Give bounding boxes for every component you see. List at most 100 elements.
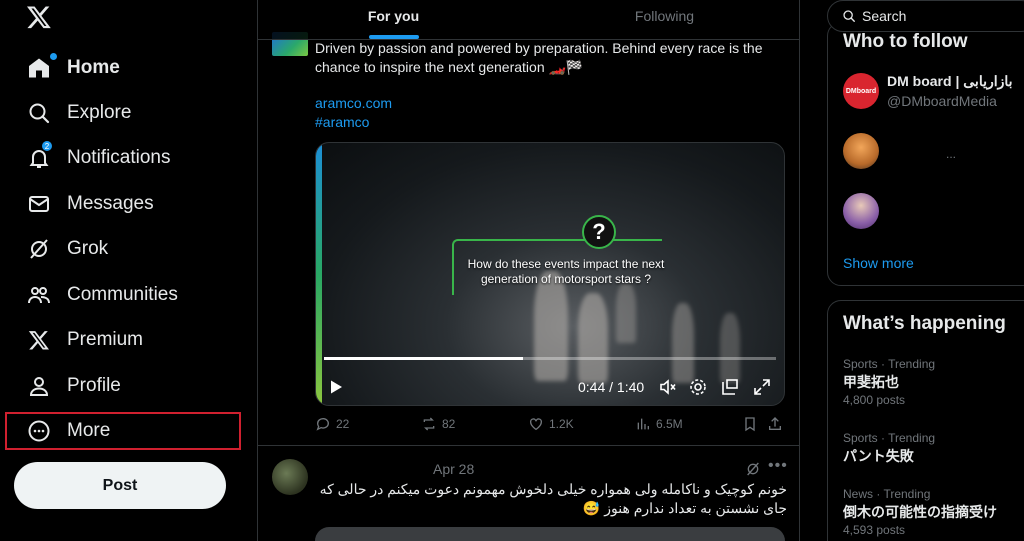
trend-meta: Sports · Trending [843, 431, 936, 445]
nav-label-communities: Communities [67, 284, 178, 305]
whats-happening-title: What’s happening [843, 313, 1006, 334]
x-icon [24, 325, 54, 355]
trend-item[interactable]: Sports · Trending パント失敗 [843, 430, 1024, 466]
nav-profile[interactable]: Profile [12, 365, 248, 407]
video-figure [720, 313, 740, 383]
search-placeholder: Search [862, 8, 907, 24]
tweet-actions: 22 82 1.2K 6.5M [315, 416, 785, 436]
trend-meta: News · Trending [843, 487, 931, 501]
more-circle-icon [24, 416, 54, 446]
nav-label-explore: Explore [67, 102, 132, 123]
tweet-media[interactable] [315, 527, 785, 541]
share-icon [769, 417, 781, 430]
reply-button[interactable]: 22 [315, 416, 349, 432]
picture-in-picture-icon[interactable] [720, 377, 740, 397]
views-count: 6.5M [656, 417, 683, 431]
like-count: 1.2K [549, 417, 574, 431]
trend-meta: Sports · Trending [843, 357, 936, 371]
new-content-dot [50, 53, 57, 60]
trend-name: パント失敗 [843, 448, 914, 464]
nav-label-home: Home [67, 57, 120, 78]
who-to-follow-title: Who to follow [843, 31, 968, 52]
views-chart-icon [637, 418, 649, 430]
show-more-link[interactable]: Show more [843, 255, 914, 271]
tweet-link[interactable]: aramco.com [315, 95, 392, 111]
nav-home[interactable]: Home [12, 47, 248, 89]
tweet-hashtag[interactable]: #aramco [315, 114, 369, 130]
play-icon[interactable] [328, 379, 344, 395]
trend-count: 4,800 posts [843, 393, 906, 407]
trend-name: 倒木の可能性の指摘受け [843, 504, 997, 520]
repost-icon [423, 417, 435, 431]
avatar[interactable] [843, 133, 879, 169]
share-button[interactable] [767, 416, 788, 432]
video-time: 0:44 / 1:40 [578, 379, 645, 395]
person-icon [24, 371, 54, 401]
trend-item[interactable]: News · Trending 倒木の可能性の指摘受け 4,593 posts [843, 486, 1024, 538]
nav-label-profile: Profile [67, 375, 121, 396]
avatar[interactable] [843, 193, 879, 229]
tweet-text: خونم کوچیک و ناکامله ولی همواره خیلی دلخ… [319, 481, 787, 516]
repost-button[interactable]: 82 [421, 416, 455, 432]
video-brand-stripe [316, 143, 322, 405]
envelope-icon [24, 189, 54, 219]
views-button[interactable]: 6.5M [635, 416, 683, 432]
video-progress-fill [324, 357, 523, 360]
nav-grok[interactable]: Grok [12, 228, 248, 270]
left-sidebar: Home Explore 2 Notifications Messages Gr… [0, 0, 258, 541]
nav-messages[interactable]: Messages [12, 183, 248, 225]
tweet[interactable]: Driven by passion and powered by prepara… [258, 0, 799, 446]
grok-icon[interactable] [745, 461, 761, 477]
account-name[interactable]: DM board | بازاریابی [887, 73, 1013, 90]
video-player[interactable]: ? How do these events impact the next ge… [315, 142, 785, 406]
x-logo-icon[interactable] [26, 4, 52, 30]
nav-premium[interactable]: Premium [12, 319, 248, 361]
settings-gear-icon[interactable] [688, 377, 708, 397]
more-options-icon[interactable]: ••• [768, 457, 788, 475]
mute-icon[interactable] [658, 377, 678, 397]
reply-icon [316, 418, 329, 431]
reply-count: 22 [336, 417, 350, 431]
account-handle: @DMboardMedia [887, 93, 997, 109]
search-icon [24, 98, 54, 128]
trend-name: 甲斐拓也 [843, 374, 899, 390]
nav-more[interactable]: More [12, 410, 248, 452]
grok-icon [24, 234, 54, 264]
nav-label-more: More [67, 420, 111, 441]
right-sidebar: Who to follow DMboard DM board | بازاریا… [800, 0, 1024, 541]
tweet[interactable]: Apr 28 ••• خونم کوچیک و ناکامله ولی هموا… [258, 447, 799, 541]
timeline: For you Following Driven by passion and … [258, 0, 800, 541]
search-icon [843, 10, 855, 22]
nav-communities[interactable]: Communities [12, 274, 248, 316]
bookmark-icon [745, 417, 755, 432]
account-handle: ... [946, 147, 957, 161]
video-figure [672, 303, 694, 383]
timeline-tabs: For you Following [258, 0, 799, 40]
notification-badge: 2 [41, 140, 53, 152]
bookmark-button[interactable] [742, 416, 763, 432]
video-progress-bar[interactable] [324, 357, 776, 360]
trend-item[interactable]: Sports · Trending 甲斐拓也 4,800 posts [843, 356, 1024, 408]
video-figure [578, 293, 608, 383]
like-button[interactable]: 1.2K [528, 416, 574, 432]
nav-explore[interactable]: Explore [12, 92, 248, 134]
fullscreen-icon[interactable] [752, 377, 772, 397]
tab-following[interactable]: Following [529, 0, 799, 39]
nav-label-notifications: Notifications [67, 147, 171, 168]
avatar[interactable] [272, 459, 308, 495]
tweet-text: Driven by passion and powered by prepara… [315, 40, 763, 75]
nav-notifications[interactable]: 2 Notifications [12, 137, 248, 179]
search-input[interactable]: Search [827, 0, 1024, 32]
question-mark-badge: ? [582, 215, 616, 249]
video-caption: How do these events impact the next gene… [467, 257, 665, 286]
repost-count: 82 [442, 417, 456, 431]
nav-label-grok: Grok [67, 238, 109, 259]
post-button[interactable]: Post [14, 462, 226, 509]
avatar[interactable]: DMboard [843, 73, 879, 109]
who-to-follow-panel: Who to follow DMboard DM board | بازاریا… [827, 22, 1024, 286]
tab-for-you[interactable]: For you [258, 0, 529, 39]
tweet-date[interactable]: Apr 28 [433, 461, 474, 477]
home-icon [24, 53, 57, 83]
people-icon [24, 280, 54, 310]
nav-label-premium: Premium [67, 329, 144, 350]
